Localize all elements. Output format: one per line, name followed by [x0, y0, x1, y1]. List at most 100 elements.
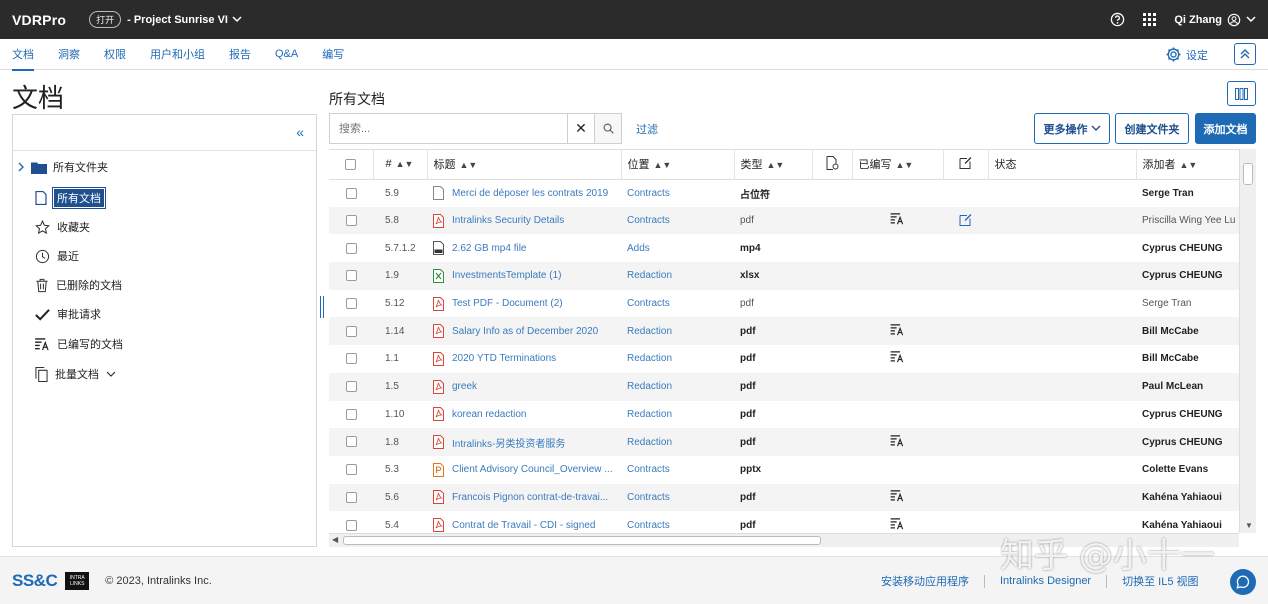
doc-title-link[interactable]: Contrat de Travail - CDI - signed	[452, 520, 595, 531]
sidebar-item-recent[interactable]: 最近	[35, 248, 79, 264]
tab-insights[interactable]: 洞察	[46, 39, 92, 70]
doc-location-link[interactable]: Redaction	[621, 428, 734, 456]
table-row[interactable]: 5.6 Francois Pignon contrat-de-travai... C…	[329, 483, 1256, 512]
tab-reports[interactable]: 报告	[217, 39, 263, 70]
sidebar-item-approvals[interactable]: 审批请求	[35, 306, 101, 322]
doc-location-link[interactable]: Adds	[621, 234, 734, 262]
doc-title-cell[interactable]: korean redaction	[427, 401, 621, 429]
table-row[interactable]: 5.3 Client Advisory Council_Overview ... C…	[329, 456, 1256, 484]
sidebar-item-redacted[interactable]: 已编写的文档	[35, 336, 123, 352]
table-row[interactable]: 1.10 korean redaction Redaction pdf Cyprus C…	[329, 401, 1256, 429]
row-checkbox[interactable]	[345, 353, 357, 365]
tab-users-groups[interactable]: 用户和小组	[138, 39, 217, 70]
intralinks-designer-link[interactable]: Intralinks Designer	[1000, 575, 1091, 587]
doc-title-cell[interactable]: Francois Pignon contrat-de-travai...	[427, 484, 621, 512]
add-document-button[interactable]: 添加文档	[1195, 113, 1256, 144]
doc-title-cell[interactable]: InvestmentsTemplate (1)	[427, 262, 621, 290]
column-settings-button[interactable]	[1227, 81, 1256, 106]
table-row[interactable]: 5.9 Merci de déposer les contrats 2019 Con…	[329, 179, 1256, 207]
search-button[interactable]	[594, 114, 621, 143]
row-checkbox[interactable]	[345, 242, 357, 254]
scroll-thumb[interactable]	[1243, 163, 1253, 185]
brand-logo[interactable]: VDRPro	[12, 12, 66, 28]
tab-redact[interactable]: 编写	[310, 39, 356, 70]
doc-title-cell[interactable]: 2.62 GB mp4 file	[427, 234, 621, 262]
doc-location-link[interactable]: Redaction	[621, 317, 734, 345]
help-icon[interactable]	[1110, 12, 1125, 27]
doc-location-link[interactable]: Redaction	[621, 262, 734, 290]
row-checkbox[interactable]	[345, 270, 357, 282]
tab-permissions[interactable]: 权限	[92, 39, 138, 70]
row-checkbox[interactable]	[345, 214, 357, 226]
column-header-status[interactable]: 状态	[988, 150, 1137, 179]
doc-title-link[interactable]: korean redaction	[452, 409, 527, 420]
chevron-right-icon[interactable]	[17, 162, 25, 172]
column-header-number[interactable]: # ▲▼	[373, 150, 428, 179]
sidebar-item-bulk-documents[interactable]: 批量文档	[35, 366, 116, 382]
app-grid-icon[interactable]	[1143, 13, 1157, 26]
table-row[interactable]: 1.1 2020 YTD Terminations Redaction pdf Bill…	[329, 345, 1256, 373]
doc-title-link[interactable]: Intralinks Security Details	[452, 215, 564, 226]
doc-title-cell[interactable]: Intralinks Security Details	[427, 207, 621, 235]
project-selector[interactable]: - Project Sunrise VI	[127, 14, 242, 26]
row-checkbox[interactable]	[345, 436, 357, 448]
table-row[interactable]: 1.8 Intralinks-另类投资者服务 Redaction pdf Cyprus …	[329, 428, 1256, 456]
edit-note-icon[interactable]	[959, 213, 972, 226]
doc-location-link[interactable]: Contracts	[621, 179, 734, 207]
tab-documents[interactable]: 文档	[0, 39, 46, 71]
doc-location-link[interactable]: Redaction	[621, 373, 734, 401]
row-checkbox[interactable]	[345, 408, 357, 420]
scroll-thumb[interactable]	[343, 536, 821, 545]
row-checkbox[interactable]	[345, 381, 357, 393]
doc-location-link[interactable]: Contracts	[621, 290, 734, 318]
table-row[interactable]: 5.12 Test PDF - Document (2) Contracts pdf S…	[329, 290, 1256, 318]
sidebar-item-favorites[interactable]: 收藏夹	[35, 219, 90, 235]
doc-title-link[interactable]: Test PDF - Document (2)	[452, 298, 563, 309]
column-header-added-by[interactable]: 添加者 ▲▼	[1136, 150, 1256, 179]
clear-search-icon[interactable]: ✕	[567, 114, 594, 143]
filter-link[interactable]: 过滤	[636, 121, 658, 137]
doc-title-cell[interactable]: Test PDF - Document (2)	[427, 290, 621, 318]
tab-qa[interactable]: Q&A	[263, 39, 310, 70]
create-folder-button[interactable]: 创建文件夹	[1115, 113, 1189, 144]
doc-title-link[interactable]: Merci de déposer les contrats 2019	[452, 188, 608, 199]
doc-title-link[interactable]: Francois Pignon contrat-de-travai...	[452, 492, 608, 503]
row-checkbox[interactable]	[345, 519, 357, 531]
doc-title-link[interactable]: Client Advisory Council_Overview ...	[452, 464, 613, 475]
settings-link[interactable]: 设定	[1165, 39, 1208, 70]
doc-location-link[interactable]: Redaction	[621, 401, 734, 429]
doc-title-link[interactable]: Intralinks-另类投资者服务	[452, 435, 565, 450]
table-row[interactable]: 5.8 Intralinks Security Details Contracts p…	[329, 206, 1256, 235]
sidebar-item-deleted[interactable]: 已删除的文档	[35, 277, 122, 293]
doc-title-link[interactable]: Salary Info as of December 2020	[452, 326, 598, 337]
chat-button[interactable]	[1230, 569, 1256, 595]
user-menu[interactable]: Qi Zhang	[1174, 13, 1256, 27]
column-header-notes[interactable]	[943, 150, 989, 179]
doc-location-link[interactable]: Contracts	[621, 207, 734, 235]
horizontal-scrollbar[interactable]: ◀	[329, 533, 1239, 547]
install-mobile-app-link[interactable]: 安装移动应用程序	[881, 573, 969, 589]
row-checkbox[interactable]	[345, 491, 357, 503]
row-checkbox[interactable]	[345, 298, 357, 310]
more-actions-button[interactable]: 更多操作	[1034, 113, 1110, 144]
doc-title-cell[interactable]: Merci de déposer les contrats 2019	[427, 179, 621, 207]
doc-title-cell[interactable]: Salary Info as of December 2020	[427, 317, 621, 345]
doc-location-link[interactable]: Contracts	[621, 484, 734, 512]
doc-title-cell[interactable]: 2020 YTD Terminations	[427, 345, 621, 373]
column-header-redacted[interactable]: 已编写 ▲▼	[852, 150, 944, 179]
scroll-down-arrow-icon[interactable]: ▼	[1245, 521, 1253, 530]
doc-title-link[interactable]: InvestmentsTemplate (1)	[452, 270, 562, 281]
doc-title-cell[interactable]: Intralinks-另类投资者服务	[427, 428, 621, 456]
vertical-scrollbar[interactable]: ▼	[1239, 149, 1256, 533]
row-checkbox[interactable]	[345, 464, 357, 476]
switch-view-link[interactable]: 切换至 IL5 视图	[1122, 573, 1198, 589]
sidebar-item-all-documents[interactable]: 所有文档	[35, 187, 106, 209]
search-input[interactable]	[330, 114, 567, 143]
row-checkbox[interactable]	[345, 325, 357, 337]
table-row[interactable]: 1.14 Salary Info as of December 2020 Redac…	[329, 317, 1256, 346]
table-row[interactable]: 5.7.1.2 2.62 GB mp4 file Adds mp4 Cyprus CHE…	[329, 234, 1256, 262]
doc-title-link[interactable]: 2020 YTD Terminations	[452, 353, 556, 364]
doc-title-link[interactable]: 2.62 GB mp4 file	[452, 243, 526, 254]
doc-location-link[interactable]: Contracts	[621, 456, 734, 484]
scroll-left-arrow-icon[interactable]: ◀	[332, 535, 338, 544]
